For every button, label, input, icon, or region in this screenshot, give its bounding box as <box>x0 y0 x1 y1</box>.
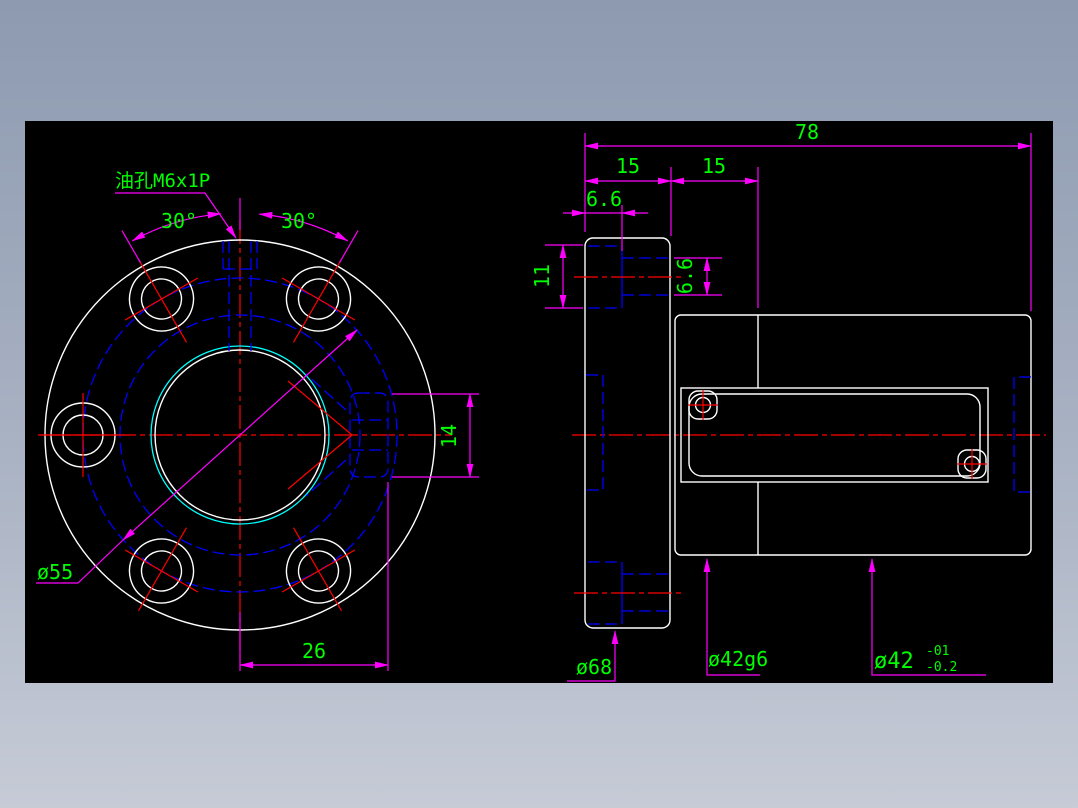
dim-oil-hole-diameter: 6.6 <box>673 258 697 294</box>
side-oil-hole-hidden <box>574 245 684 309</box>
dim-oil-hole-label: 油孔M6x1P <box>115 170 210 192</box>
dim-angle-right: 30° <box>281 209 317 233</box>
bolt-hole-300 <box>281 527 356 612</box>
dim-bolt-circle: ø55 <box>37 560 73 584</box>
flange-plate-outline <box>584 237 671 629</box>
side-dimensions: 78 15 15 6.6 11 6.6 ø68 ø42g6 ø42 -01 -0… <box>530 121 1032 682</box>
dim-journal-length: 15 <box>702 154 726 178</box>
side-view: 78 15 15 6.6 11 6.6 ø68 ø42g6 ø42 -01 -0… <box>530 121 1046 682</box>
flange-recess-hidden <box>586 374 604 491</box>
side-bolt-hole-hidden <box>574 561 684 625</box>
dim-counterbore-width: 11 <box>530 264 554 288</box>
dim-journal-diameter: ø42g6 <box>708 647 768 671</box>
dim-body-diameter: ø42 <box>874 649 914 674</box>
dim-flange-diameter: ø68 <box>576 655 612 679</box>
dim-body-tol-upper: -01 <box>926 644 949 659</box>
dim-keyway-width: 14 <box>437 424 461 448</box>
dim-angle-left: 30° <box>161 209 197 233</box>
bolt-hole-180 <box>41 393 125 477</box>
dim-total-length: 78 <box>795 121 819 144</box>
dim-body-tol-lower: -0.2 <box>926 660 957 675</box>
bolt-hole-240 <box>124 527 199 612</box>
front-view: 油孔M6x1P 30° 30° ø55 26 14 <box>36 170 479 671</box>
cad-drawing: 油孔M6x1P 30° 30° ø55 26 14 78 15 15 6.6 1… <box>36 121 1046 682</box>
bolt-hole-60 <box>281 258 356 343</box>
bolt-hole-120 <box>124 258 199 343</box>
dim-flat-offset: 26 <box>302 639 326 663</box>
cad-drawing-canvas: 油孔M6x1P 30° 30° ø55 26 14 78 15 15 6.6 1… <box>25 121 1053 683</box>
dim-counterbore-depth: 6.6 <box>586 187 622 211</box>
dim-flange-thickness: 15 <box>616 154 640 178</box>
